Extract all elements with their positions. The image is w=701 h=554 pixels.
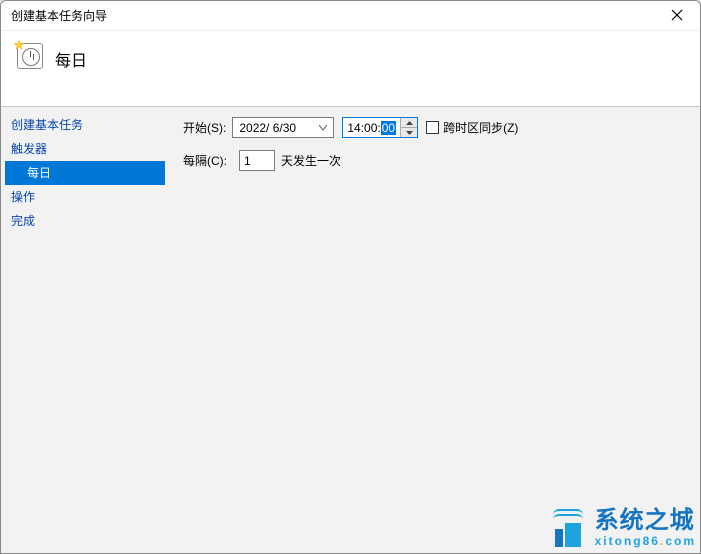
recur-interval-input[interactable] — [239, 150, 275, 171]
time-spin-buttons — [400, 118, 417, 137]
recur-suffix: 天发生一次 — [281, 152, 341, 169]
close-button[interactable] — [662, 3, 692, 27]
sidebar-item-trigger[interactable]: 触发器 — [5, 137, 165, 161]
sync-timezone-checkbox[interactable] — [426, 121, 439, 134]
recur-label: 每隔(C): — [183, 152, 227, 169]
content-area: 开始(S): 2022/ 6/30 14:00:00 — [169, 107, 700, 553]
chevron-up-icon — [406, 121, 413, 125]
time-spin-up[interactable] — [401, 118, 417, 128]
time-seconds-selected: 00 — [381, 121, 396, 135]
start-row: 开始(S): 2022/ 6/30 14:00:00 — [183, 117, 686, 138]
start-time-value[interactable]: 14:00:00 — [343, 118, 400, 137]
sync-timezone-label: 跨时区同步(Z) — [443, 119, 518, 136]
page-title: 每日 — [55, 47, 87, 71]
sidebar-item-daily[interactable]: 每日 — [5, 161, 165, 185]
start-date-value: 2022/ 6/30 — [239, 121, 313, 135]
watermark-cn: 系统之城 — [595, 509, 696, 533]
chevron-down-icon — [319, 125, 327, 131]
chevron-down-icon — [406, 131, 413, 135]
watermark-text: 系统之城 xitong86.com — [595, 509, 696, 547]
recur-row: 每隔(C): 天发生一次 — [183, 150, 686, 171]
wizard-header: 每日 — [1, 31, 700, 107]
date-dropdown-button[interactable] — [315, 119, 331, 136]
watermark-url: xitong86.com — [595, 535, 696, 547]
wizard-body: 创建基本任务 触发器 每日 操作 完成 开始(S): 2022/ 6/30 14… — [1, 107, 700, 553]
watermark: 系统之城 xitong86.com — [547, 507, 696, 549]
time-spin-down[interactable] — [401, 128, 417, 137]
sidebar-item-create-basic-task[interactable]: 创建基本任务 — [5, 113, 165, 137]
titlebar: 创建基本任务向导 — [1, 1, 700, 31]
watermark-logo-icon — [547, 507, 589, 549]
close-icon — [671, 9, 683, 21]
sidebar-item-action[interactable]: 操作 — [5, 185, 165, 209]
start-label: 开始(S): — [183, 119, 226, 136]
time-hour-min: 14:00: — [347, 121, 380, 135]
start-time-spinner[interactable]: 14:00:00 — [342, 117, 418, 138]
wizard-sidebar: 创建基本任务 触发器 每日 操作 完成 — [1, 107, 169, 553]
window-title: 创建基本任务向导 — [11, 7, 107, 24]
sidebar-item-finish[interactable]: 完成 — [5, 209, 165, 233]
wizard-window: 创建基本任务向导 每日 创建基本任务 触发器 每日 操作 完成 开始(S): 2… — [0, 0, 701, 554]
task-clock-icon — [15, 41, 45, 71]
start-date-picker[interactable]: 2022/ 6/30 — [232, 117, 334, 138]
